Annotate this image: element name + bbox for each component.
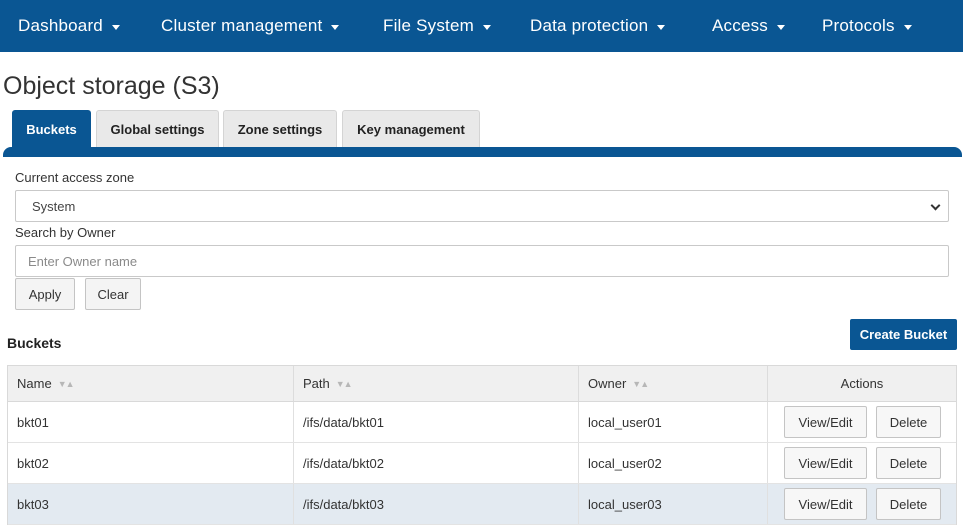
bucket-path-cell: /ifs/data/bkt03: [294, 484, 579, 524]
access-zone-select[interactable]: System: [15, 190, 949, 222]
caret-down-icon: [777, 24, 785, 30]
nav-access-label: Access: [712, 16, 768, 35]
column-header-owner[interactable]: Owner ▼▲: [579, 366, 768, 401]
bucket-path-cell: /ifs/data/bkt02: [294, 443, 579, 483]
buckets-section-title: Buckets: [7, 335, 62, 351]
access-zone-value: System: [32, 198, 76, 214]
access-zone-label: Current access zone: [15, 170, 135, 185]
column-header-path[interactable]: Path ▼▲: [294, 366, 579, 401]
view-edit-button[interactable]: View/Edit: [784, 406, 867, 438]
nav-protocols-label: Protocols: [822, 16, 895, 35]
nav-cluster-management[interactable]: Cluster management: [161, 0, 340, 52]
create-bucket-button[interactable]: Create Bucket: [850, 319, 957, 350]
page-title: Object storage (S3): [3, 72, 220, 100]
delete-button[interactable]: Delete: [876, 447, 941, 479]
nav-file-system-label: File System: [383, 16, 474, 35]
tab-buckets[interactable]: Buckets: [12, 110, 91, 148]
caret-down-icon: [331, 24, 340, 30]
column-header-actions-label: Actions: [840, 376, 884, 391]
sort-icon: ▼▲: [335, 378, 353, 389]
tab-global-settings[interactable]: Global settings: [96, 110, 219, 147]
bucket-owner-cell: local_user03: [579, 484, 768, 524]
table-row: bkt01 /ifs/data/bkt01 local_user01 View/…: [8, 402, 956, 443]
nav-cluster-management-label: Cluster management: [161, 16, 323, 35]
nav-dashboard-label: Dashboard: [18, 16, 103, 35]
bucket-owner-cell: local_user02: [579, 443, 768, 483]
bucket-name-cell: bkt03: [8, 484, 294, 524]
column-header-path-label: Path: [303, 376, 330, 391]
tab-underline-bar: [3, 147, 962, 157]
nav-data-protection[interactable]: Data protection: [530, 0, 666, 52]
view-edit-button[interactable]: View/Edit: [784, 447, 867, 479]
tab-zone-settings[interactable]: Zone settings: [223, 110, 337, 147]
bucket-name-cell: bkt02: [8, 443, 294, 483]
bucket-path-cell: /ifs/data/bkt01: [294, 402, 579, 442]
nav-access[interactable]: Access: [712, 0, 785, 52]
delete-button[interactable]: Delete: [876, 406, 941, 438]
clear-button[interactable]: Clear: [85, 278, 141, 310]
buckets-table: Name ▼▲ Path ▼▲ Owner ▼▲ Actions bkt01 /…: [7, 365, 957, 525]
tab-key-management[interactable]: Key management: [342, 110, 480, 147]
table-row: bkt03 /ifs/data/bkt03 local_user03 View/…: [8, 484, 956, 525]
table-row: bkt02 /ifs/data/bkt02 local_user02 View/…: [8, 443, 956, 484]
nav-data-protection-label: Data protection: [530, 16, 649, 35]
caret-down-icon: [903, 24, 912, 30]
owner-search-input[interactable]: [15, 245, 949, 277]
top-navigation-bar: Dashboard Cluster management File System…: [0, 0, 963, 52]
nav-file-system[interactable]: File System: [383, 0, 491, 52]
sort-icon: ▼▲: [632, 378, 649, 389]
delete-button[interactable]: Delete: [876, 488, 941, 520]
caret-down-icon: [657, 24, 666, 30]
apply-button[interactable]: Apply: [15, 278, 75, 310]
caret-down-icon: [483, 24, 491, 30]
column-header-actions: Actions: [768, 366, 956, 401]
column-header-name[interactable]: Name ▼▲: [8, 366, 294, 401]
owner-search-label: Search by Owner: [15, 225, 116, 240]
column-header-name-label: Name: [17, 376, 52, 391]
bucket-owner-cell: local_user01: [579, 402, 768, 442]
caret-down-icon: [111, 24, 120, 30]
column-header-owner-label: Owner: [588, 376, 627, 391]
view-edit-button[interactable]: View/Edit: [784, 488, 867, 520]
nav-dashboard[interactable]: Dashboard: [18, 0, 120, 52]
bucket-name-cell: bkt01: [8, 402, 294, 442]
chevron-down-icon: [930, 200, 941, 211]
sort-icon: ▼▲: [57, 378, 75, 389]
table-header: Name ▼▲ Path ▼▲ Owner ▼▲ Actions: [8, 366, 956, 402]
nav-protocols[interactable]: Protocols: [822, 0, 912, 52]
